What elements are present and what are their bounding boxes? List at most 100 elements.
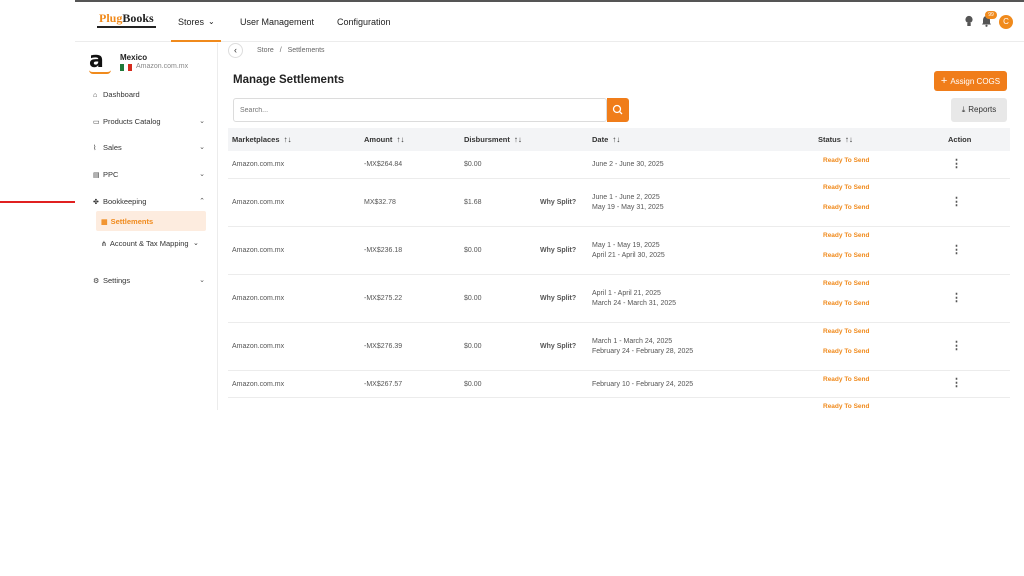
search-button[interactable] xyxy=(607,98,629,122)
sort-icon: ↑↓ xyxy=(396,135,405,144)
chevron-down-icon: ⌄ xyxy=(208,17,215,26)
sidebar-item-settings[interactable]: ⚙ Settings ⌄ xyxy=(93,276,205,285)
app-window: PlugBooks Stores ⌄ User Management Config… xyxy=(75,0,1024,410)
nav-user-management[interactable]: User Management xyxy=(240,17,314,27)
cell-marketplace: Amazon.com.mx xyxy=(232,381,285,388)
page-title: Manage Settlements xyxy=(233,74,345,86)
reports-button[interactable]: ⤓ Reports xyxy=(951,98,1007,122)
main-content: ‹ Store / Settlements Manage Settlements… xyxy=(220,43,1024,410)
nav-configuration[interactable]: Configuration xyxy=(337,17,391,27)
plugbooks-logo[interactable]: PlugBooks xyxy=(97,11,156,28)
header-date[interactable]: Date ↑↓ xyxy=(592,135,620,144)
breadcrumb-store[interactable]: Store xyxy=(257,47,274,54)
cell-amount: -MX$275.22 xyxy=(364,295,403,302)
sidebar-item-dashboard[interactable]: ⌂ Dashboard xyxy=(93,90,205,99)
cell-marketplace: Amazon.com.mx xyxy=(232,199,285,206)
sort-icon: ↑↓ xyxy=(844,135,853,144)
lightbulb-icon[interactable] xyxy=(964,15,974,27)
status-badge: Ready To Send xyxy=(823,232,870,239)
nav-stores[interactable]: Stores ⌄ xyxy=(178,17,215,27)
chevron-left-icon: ‹ xyxy=(234,45,237,55)
back-button[interactable]: ‹ xyxy=(228,43,243,58)
sort-icon: ↑↓ xyxy=(513,135,522,144)
table-row: Amazon.com.mx -MX$264.84 $0.00 June 2 - … xyxy=(228,151,1010,179)
why-split-link[interactable]: Why Split? xyxy=(540,295,576,302)
chevron-down-icon: ⌄ xyxy=(193,240,199,247)
kebab-menu-icon[interactable]: ⋮ xyxy=(951,341,962,352)
kebab-menu-icon[interactable]: ⋮ xyxy=(951,159,962,170)
status-badge: Ready To Send xyxy=(823,252,870,259)
header-amount[interactable]: Amount ↑↓ xyxy=(364,135,404,144)
table-header: Marketplaces ↑↓ Amount ↑↓ Disbursment ↑↓ Da… xyxy=(228,128,1010,151)
chevron-down-icon: ⌄ xyxy=(199,171,205,178)
annotation-arrow-line xyxy=(0,201,80,203)
hierarchy-icon: ⋔ xyxy=(101,241,107,248)
cell-amount: -MX$276.39 xyxy=(364,343,403,350)
assign-cogs-button[interactable]: + Assign COGS xyxy=(934,71,1007,91)
why-split-link[interactable]: Why Split? xyxy=(540,247,576,254)
breadcrumb-separator: / xyxy=(279,47,282,54)
cell-disbursement: $0.00 xyxy=(464,343,482,350)
cell-date: June 2 - June 30, 2025 xyxy=(592,161,664,168)
why-split-link[interactable]: Why Split? xyxy=(540,343,576,350)
chart-icon: ⌇ xyxy=(93,145,97,152)
header-status[interactable]: Status ↑↓ xyxy=(818,135,853,144)
status-badge: Ready To Send xyxy=(823,403,870,410)
chevron-up-icon: ⌃ xyxy=(199,198,205,205)
kebab-menu-icon[interactable]: ⋮ xyxy=(951,293,962,304)
status-badge: Ready To Send xyxy=(823,300,870,307)
breadcrumb: Store / Settlements xyxy=(257,47,325,54)
cell-marketplace: Amazon.com.mx xyxy=(232,343,285,350)
store-name[interactable]: Mexico xyxy=(120,53,147,62)
kebab-menu-icon[interactable]: ⋮ xyxy=(951,197,962,208)
cell-disbursement: $0.00 xyxy=(464,295,482,302)
table-row: Amazon.com.mx MX$32.78 $1.68 Why Split? … xyxy=(228,179,1010,227)
table-row: Amazon.com.mx -MX$236.18 $0.00 Why Split… xyxy=(228,227,1010,275)
header-marketplaces[interactable]: Marketplaces ↑↓ xyxy=(232,135,292,144)
sidebar: a Mexico Amazon.com.mx ⌂ Dashboard ▭ Produ… xyxy=(75,43,218,410)
mexico-flag-icon xyxy=(120,64,132,71)
ppc-icon: ▤ xyxy=(93,172,100,179)
amazon-smile-icon xyxy=(89,70,111,74)
sort-icon: ↑↓ xyxy=(612,135,621,144)
search-icon xyxy=(612,104,623,115)
cell-disbursement: $1.68 xyxy=(464,199,482,206)
kebab-menu-icon[interactable]: ⋮ xyxy=(951,245,962,256)
cell-marketplace: Amazon.com.mx xyxy=(232,295,285,302)
cell-marketplace: Amazon.com.mx xyxy=(232,161,285,168)
sidebar-item-products-catalog[interactable]: ▭ Products Catalog ⌄ xyxy=(93,117,205,126)
why-split-link[interactable]: Why Split? xyxy=(540,199,576,206)
kebab-menu-icon[interactable]: ⋮ xyxy=(951,378,962,389)
sidebar-item-ppc[interactable]: ▤ PPC ⌄ xyxy=(93,170,205,179)
avatar[interactable]: C xyxy=(999,15,1013,29)
cell-amount: -MX$267.57 xyxy=(364,381,403,388)
cell-disbursement: $0.00 xyxy=(464,247,482,254)
plus-icon: + xyxy=(940,75,948,87)
table-row: Amazon.com.mx -MX$275.22 $0.00 Why Split… xyxy=(228,275,1010,323)
sidebar-item-bookkeeping[interactable]: ✤ Bookkeeping ⌃ xyxy=(93,197,205,206)
sort-icon: ↑↓ xyxy=(283,135,292,144)
table-row: Amazon.com.mx -MX$267.57 $0.00 February … xyxy=(228,371,1010,398)
sidebar-item-account-tax-mapping[interactable]: ⋔ Account & Tax Mapping ⌄ xyxy=(101,239,201,250)
cell-date: May 1 - May 19, 2025 April 21 - April 30,… xyxy=(592,242,665,259)
status-badge: Ready To Send xyxy=(823,204,870,211)
table-row: Amazon.com.mx -MX$276.39 $0.00 Why Split… xyxy=(228,323,1010,371)
status-badge: Ready To Send xyxy=(823,348,870,355)
top-navbar: PlugBooks Stores ⌄ User Management Config… xyxy=(75,2,1024,42)
cell-date: June 1 - June 2, 2025 May 19 - May 31, 20… xyxy=(592,194,664,211)
header-disbursement[interactable]: Disbursment ↑↓ xyxy=(464,135,522,144)
status-badge: Ready To Send xyxy=(823,328,870,335)
cell-disbursement: $0.00 xyxy=(464,161,482,168)
cell-amount: MX$32.78 xyxy=(364,199,396,206)
bookkeeping-icon: ✤ xyxy=(93,199,99,206)
search-input[interactable] xyxy=(233,98,607,122)
cell-date: February 10 - February 24, 2025 xyxy=(592,381,694,388)
catalog-icon: ▭ xyxy=(93,119,100,126)
cell-date: March 1 - March 24, 2025 February 24 - Fe… xyxy=(592,338,694,355)
breadcrumb-current: Settlements xyxy=(287,47,325,54)
gear-icon: ⚙ xyxy=(93,278,100,285)
status-badge: Ready To Send xyxy=(823,376,870,383)
sidebar-item-sales[interactable]: ⌇ Sales ⌄ xyxy=(93,143,205,152)
home-icon: ⌂ xyxy=(93,92,98,99)
viewport: PlugBooks Stores ⌄ User Management Config… xyxy=(0,0,1024,576)
